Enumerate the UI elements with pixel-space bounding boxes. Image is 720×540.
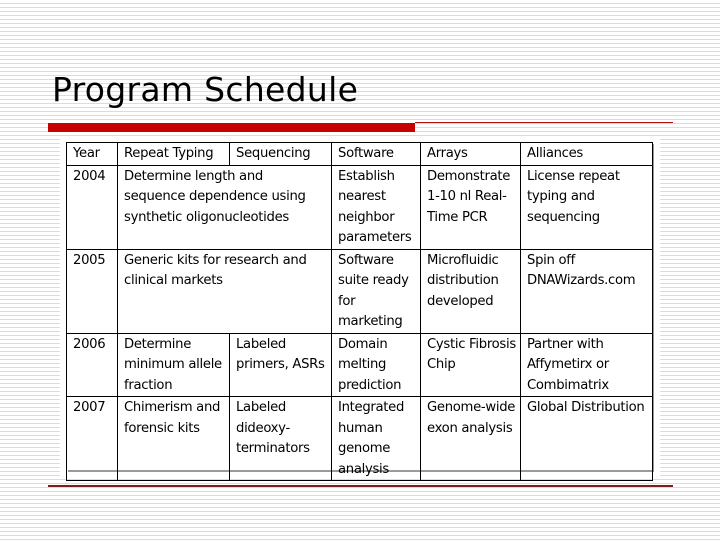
cell-repeat-typing: Chimerism and forensic kits [117, 396, 230, 481]
cell-arrays: Cystic Fibrosis Chip [420, 332, 521, 397]
cell-sequencing: Labeled primers, ASRs [229, 332, 332, 397]
cell-year: 2005 [66, 248, 118, 334]
cell-year: 2007 [66, 396, 118, 481]
cell-alliances: Global Distribution [520, 396, 653, 481]
header-software: Software [331, 142, 421, 166]
schedule-table-container: Year Repeat Typing Sequencing Software A… [66, 142, 653, 481]
header-sequencing: Sequencing [229, 142, 332, 166]
cell-year: 2006 [66, 332, 118, 397]
cell-arrays: Demonstrate 1-10 nl Real-Time PCR [420, 164, 521, 250]
footer-rule [48, 485, 673, 487]
title-underline [415, 122, 673, 123]
cell-repeat-typing: Determine minimum allele fraction [117, 332, 230, 397]
cell-software: Establish nearest neighbor parameters [331, 164, 421, 250]
cell-software: Integrated human genome analysis [331, 396, 421, 481]
title-accent-bar [48, 123, 415, 132]
cell-alliances: Partner with Affymetirx or Combimatrix [520, 332, 653, 397]
header-repeat-typing: Repeat Typing [117, 142, 230, 166]
table-header-row: Year Repeat Typing Sequencing Software A… [66, 142, 653, 166]
cell-repeat-sequencing: Generic kits for research and clinical m… [117, 248, 332, 334]
table-row: 2007 Chimerism and forensic kits Labeled… [66, 396, 653, 481]
cell-alliances: Spin off DNAWizards.com [520, 248, 653, 334]
cell-repeat-sequencing: Determine length and sequence dependence… [117, 164, 332, 250]
slide-title: Program Schedule [52, 70, 359, 109]
header-year: Year [66, 142, 118, 166]
header-alliances: Alliances [520, 142, 653, 166]
cell-sequencing: Labeled dideoxy-terminators [229, 396, 332, 481]
cell-year: 2004 [66, 164, 118, 250]
header-arrays: Arrays [420, 142, 521, 166]
cell-arrays: Genome-wide exon analysis [420, 396, 521, 481]
table-row: 2005 Generic kits for research and clini… [66, 248, 653, 334]
schedule-table: Year Repeat Typing Sequencing Software A… [66, 142, 653, 481]
cell-arrays: Microfluidic distribution developed [420, 248, 521, 334]
table-row: 2006 Determine minimum allele fraction L… [66, 332, 653, 397]
cell-software: Software suite ready for marketing [331, 248, 421, 334]
cell-software: Domain melting prediction [331, 332, 421, 397]
table-row: 2004 Determine length and sequence depen… [66, 164, 653, 250]
cell-alliances: License repeat typing and sequencing [520, 164, 653, 250]
